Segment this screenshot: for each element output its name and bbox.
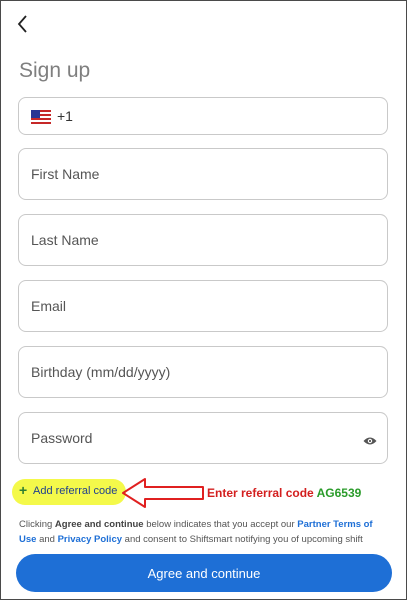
first-name-field[interactable]: First Name [18,148,388,200]
legal-part2: below indicates that you accept our [143,519,298,530]
last-name-placeholder: Last Name [31,232,99,248]
back-arrow-icon[interactable] [15,13,35,35]
referral-annotation: Enter referral code AG6539 [207,486,361,500]
legal-agree-word: Agree and continue [54,519,144,530]
country-code: +1 [57,108,73,124]
birthday-field[interactable]: Birthday (mm/dd/yyyy) [18,346,388,398]
signup-screen: Sign up +1 First Name Last Name Email Bi… [0,0,407,600]
annotation-text: Enter referral code [207,486,317,500]
annotation-code: AG6539 [316,486,362,500]
phone-field[interactable]: +1 [18,97,388,135]
email-field[interactable]: Email [18,280,388,332]
last-name-field[interactable]: Last Name [18,214,388,266]
eye-icon[interactable] [363,433,377,445]
password-placeholder: Password [31,430,93,446]
legal-part1: Clicking [19,519,55,530]
plus-icon: + [19,482,28,498]
birthday-placeholder: Birthday (mm/dd/yyyy) [31,364,171,380]
legal-part3: and consent to Shiftsmart notifying you … [122,534,363,545]
add-referral-code-button[interactable]: + Add referral code [12,479,126,505]
legal-and: and [36,534,58,545]
email-placeholder: Email [31,298,67,314]
annotation-arrow-icon [122,478,204,508]
page-title: Sign up [19,59,91,82]
password-field[interactable]: Password [18,412,388,464]
referral-label: Add referral code [33,485,118,497]
legal-text: Clicking Agree and continue below indica… [19,517,387,547]
us-flag-icon[interactable] [31,110,51,124]
first-name-placeholder: First Name [31,166,100,182]
agree-and-continue-button[interactable]: Agree and continue [16,554,392,592]
privacy-policy-link[interactable]: Privacy Policy [58,534,122,545]
